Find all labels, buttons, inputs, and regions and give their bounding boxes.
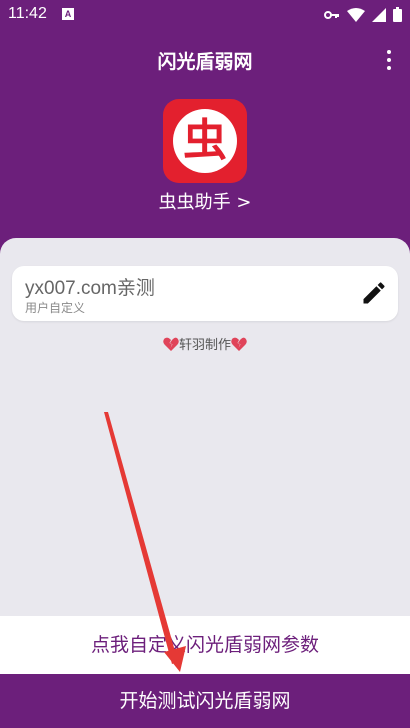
bug-logo-icon: 虫 <box>183 115 227 166</box>
status-time: 11:42 <box>8 5 47 22</box>
more-menu-button[interactable] <box>382 50 396 70</box>
broken-heart-icon <box>163 337 179 351</box>
status-icons <box>324 7 402 22</box>
broken-heart-icon <box>231 337 247 351</box>
config-subtitle: 用户自定义 <box>25 301 86 315</box>
more-vert-icon <box>387 50 391 54</box>
start-test-button[interactable]: 开始测试闪光盾弱网 <box>0 674 410 728</box>
signal-icon <box>372 7 386 22</box>
config-value: yx007.com亲测 <box>25 278 155 299</box>
app-title: 闪光盾弱网 <box>157 51 253 73</box>
key-icon <box>324 10 339 19</box>
notification-icon: A <box>62 8 74 20</box>
battery-icon <box>393 7 402 22</box>
status-bar: 11:42 A <box>0 0 410 30</box>
pencil-icon[interactable] <box>360 279 388 307</box>
app-logo[interactable]: 虫 <box>163 99 247 183</box>
app-link-label[interactable]: 虫虫助手 > <box>0 188 410 214</box>
customize-params-button[interactable]: 点我自定义闪光盾弱网参数 <box>0 616 410 674</box>
wifi-icon <box>347 7 365 22</box>
credit-line: 轩羽制作 <box>0 334 410 353</box>
config-card[interactable]: yx007.com亲测 用户自定义 <box>12 266 398 321</box>
header: 11:42 A 闪光盾弱网 虫 虫虫助手 > <box>0 0 410 262</box>
credit-text: 轩羽制作 <box>178 338 231 353</box>
